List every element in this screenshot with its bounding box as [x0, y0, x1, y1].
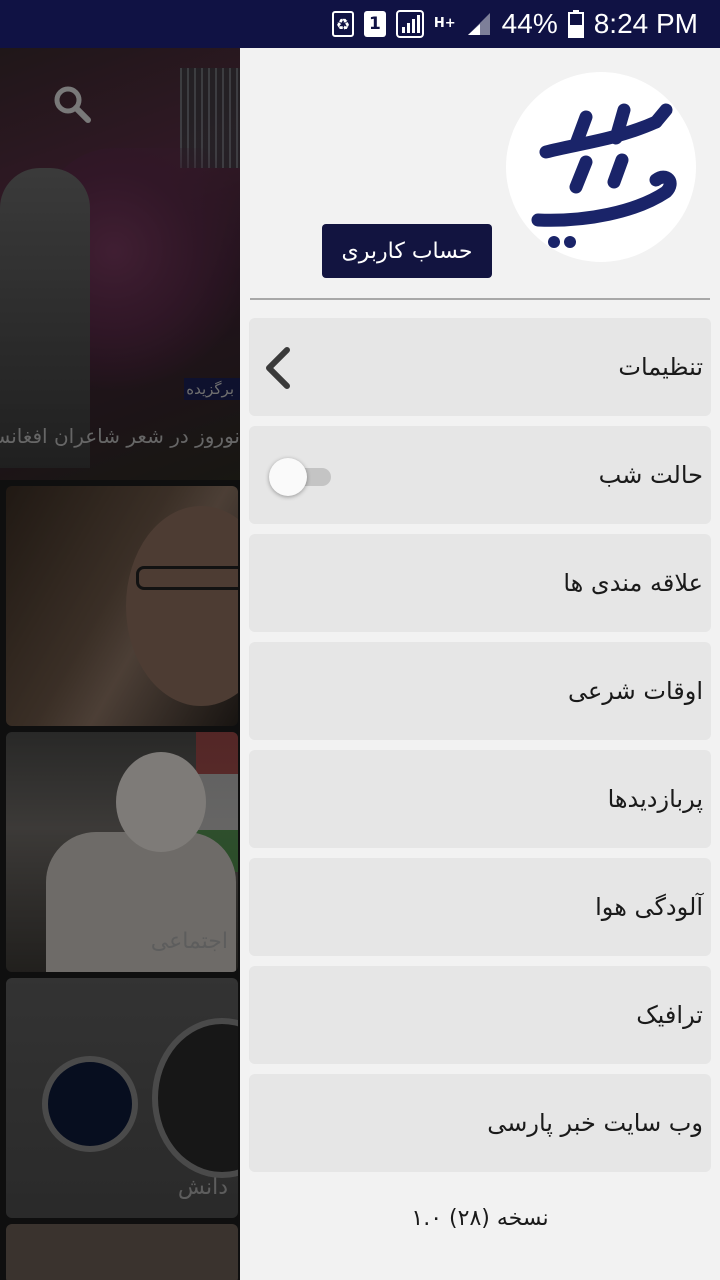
news-feed-background: برگزیده نوروز در شعر شاعران افغانستان اج… [0, 48, 240, 1280]
menu-item-settings[interactable]: تنظیمات [249, 318, 711, 416]
chevron-left-icon [263, 346, 293, 390]
user-account-button[interactable]: حساب کاربری [322, 224, 492, 278]
navigation-drawer: حساب کاربری تنظیمات حالت شب علاقه مندی ه… [240, 48, 720, 1280]
toggle-knob [269, 458, 307, 496]
app-version: نسخه (۲۸) ۱.۰ [411, 1206, 549, 1231]
clock: 8:24 PM [593, 8, 698, 39]
menu-item-label: پربازدیدها [607, 785, 703, 813]
network-type-icon: H+ [433, 16, 456, 31]
menu-item-air-pollution[interactable]: آلودگی هوا [249, 858, 711, 956]
menu-item-traffic[interactable]: ترافیک [249, 966, 711, 1064]
cell-signal-icon [466, 11, 492, 37]
drawer-scrim[interactable] [0, 48, 240, 1280]
night-mode-toggle[interactable] [269, 458, 333, 496]
recycle-notification-icon: ♻ [331, 11, 354, 37]
menu-item-label: علاقه مندی ها [563, 569, 703, 597]
menu-item-label: آلودگی هوا [595, 893, 703, 921]
menu-item-most-viewed[interactable]: پربازدیدها [249, 750, 711, 848]
menu-item-prayer-times[interactable]: اوقات شرعی [249, 642, 711, 740]
signal-box-icon [395, 10, 424, 38]
battery-percent: 44% [501, 8, 558, 39]
status-bar: ♻ 1 H+ 44% 8:24 PM [0, 0, 720, 48]
sim-slot-icon: 1 [363, 11, 386, 37]
menu-item-label: ترافیک [636, 1001, 703, 1029]
menu-item-website[interactable]: وب سایت خبر پارسی [249, 1074, 711, 1172]
menu-item-night-mode[interactable]: حالت شب [249, 426, 711, 524]
app-logo [506, 72, 696, 262]
menu-item-label: حالت شب [598, 461, 703, 489]
menu-item-favorites[interactable]: علاقه مندی ها [249, 534, 711, 632]
battery-icon [567, 10, 584, 38]
menu-item-label: اوقات شرعی [568, 677, 703, 705]
menu-item-label: تنظیمات [618, 353, 703, 381]
network-type-label: H+ [433, 16, 456, 31]
parsine-logo-mark [531, 103, 677, 248]
menu-item-label: وب سایت خبر پارسی [487, 1109, 703, 1137]
header-divider [250, 298, 710, 300]
